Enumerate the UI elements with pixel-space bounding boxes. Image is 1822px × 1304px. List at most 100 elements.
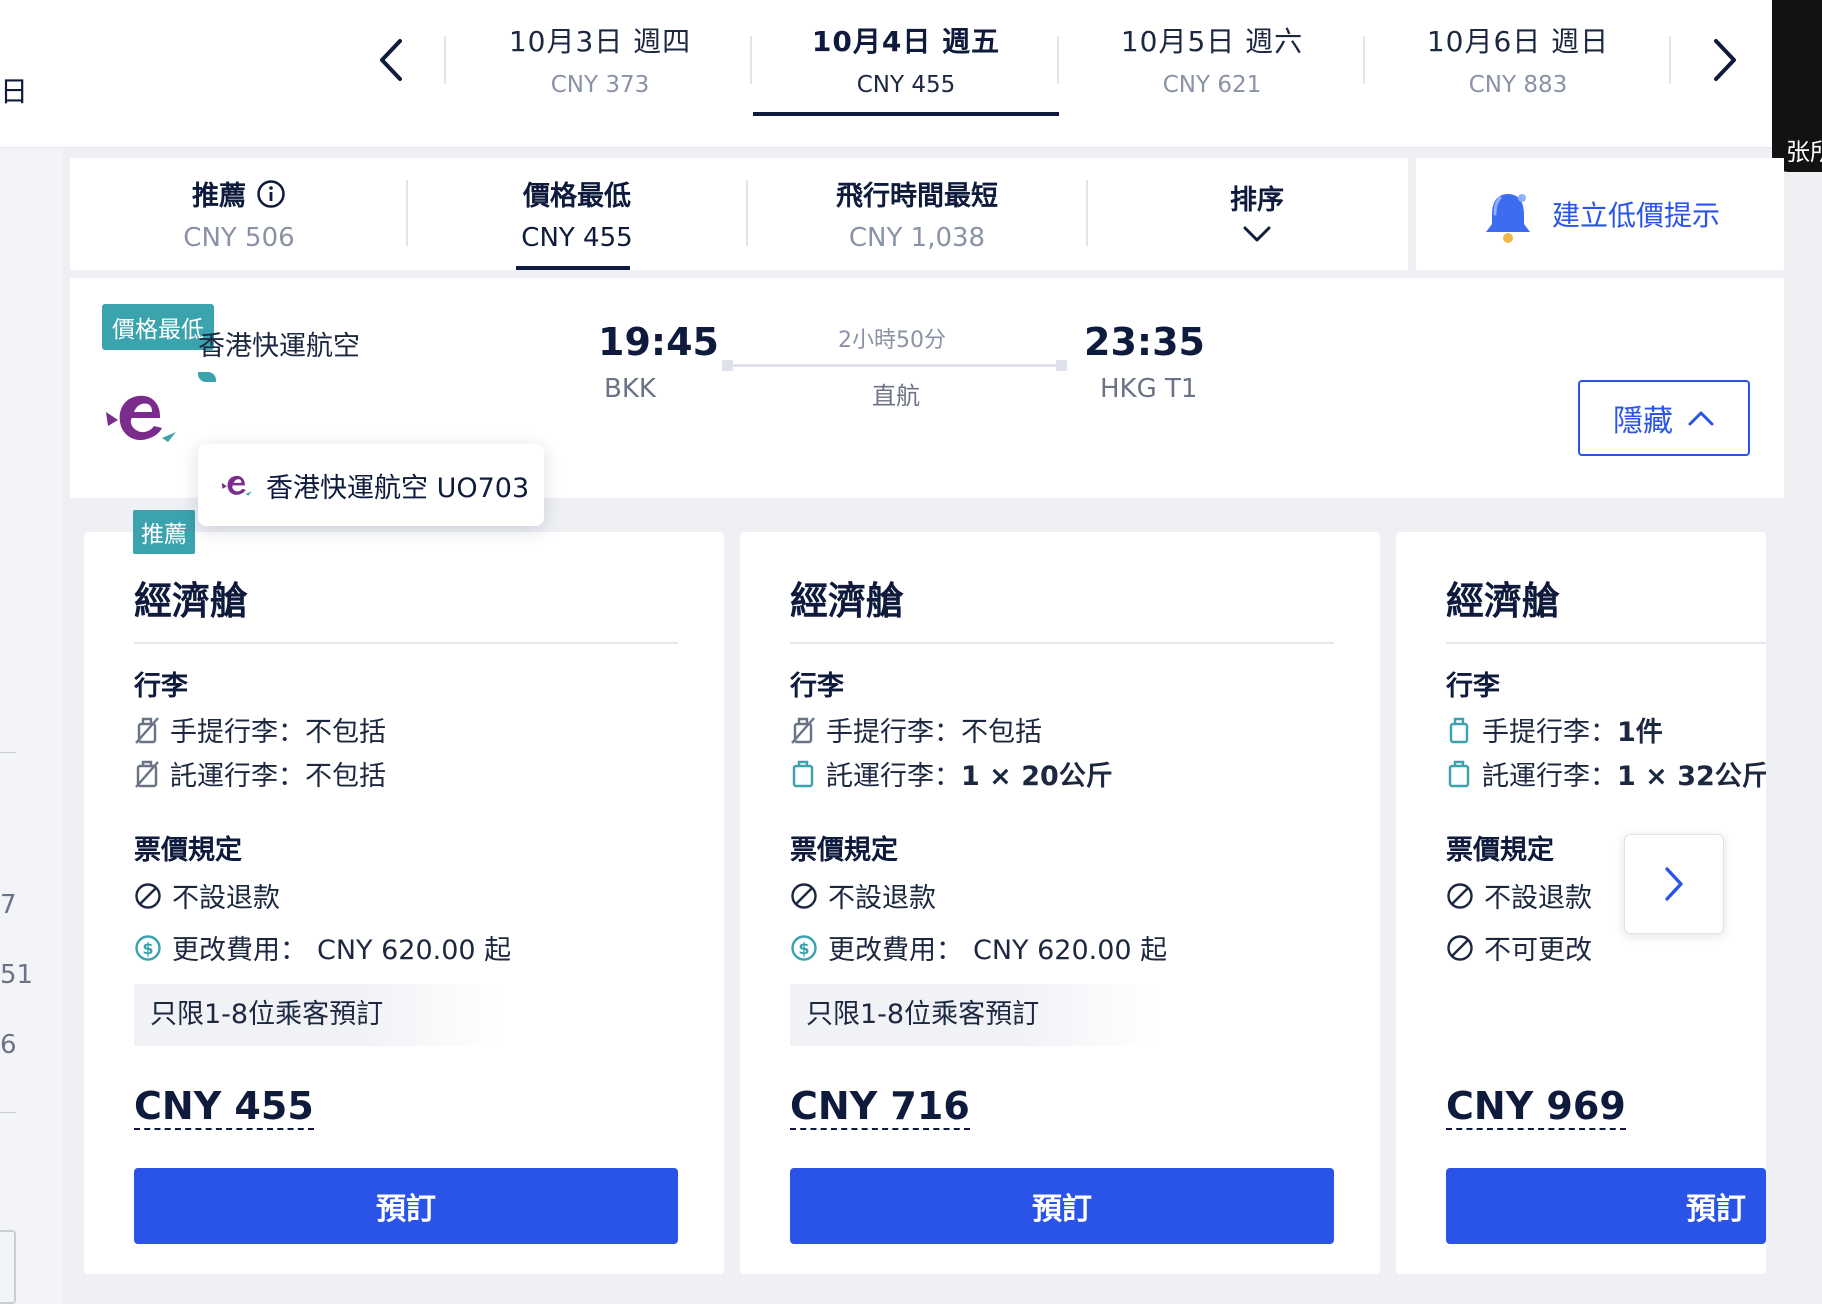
fare-price[interactable]: CNY 455 <box>134 1086 314 1130</box>
arrival-airport: HKG T1 <box>1100 374 1198 404</box>
date-tab[interactable]: 10月6日 週日 CNY 883 <box>1365 0 1671 116</box>
fare-rules-title: 票價規定 <box>134 835 242 866</box>
checked-bag-icon <box>1448 760 1470 787</box>
date-label: 10月6日 週日 <box>1426 25 1610 58</box>
svg-text:$: $ <box>142 939 153 958</box>
cabin-class: 經濟艙 <box>134 579 249 623</box>
divider <box>790 642 1334 644</box>
baggage-title: 行李 <box>1446 671 1500 702</box>
checked-bag-value: 1 × 32公斤 <box>1617 761 1766 792</box>
flight-number-tooltip: 香港快運航空 UO703 <box>198 444 544 526</box>
checked-bag-label: 託運行李： <box>170 761 305 792</box>
change-fee-value: CNY 620.00 起 <box>317 935 512 966</box>
flight-duration: 2小時50分 <box>838 328 946 353</box>
checked-bag-row: 託運行李： 不包括 <box>134 754 386 793</box>
no-refund-icon <box>791 882 817 909</box>
refund-text: 不設退款 <box>828 883 936 914</box>
sort-dropdown[interactable]: 排序 <box>1088 158 1426 270</box>
carry-on-row: 手提行李： 不包括 <box>134 710 386 749</box>
airline-logo-icon <box>221 475 252 496</box>
fare-price[interactable]: CNY 716 <box>790 1086 970 1130</box>
sort-tab-title: 飛行時間最短 <box>836 181 998 212</box>
tooltip-text: 香港快運航空 UO703 <box>266 472 530 504</box>
refund-row: 不設退款 <box>1446 876 1592 915</box>
checked-bag-row: 託運行李： 1 × 20公斤 <box>790 754 1113 793</box>
overlay-chip-label: 张所 <box>1786 138 1822 166</box>
left-number: 51 <box>0 960 34 990</box>
prev-date-button[interactable] <box>360 30 420 90</box>
fare-rules-title: 票價規定 <box>790 835 898 866</box>
carry-on-excluded-icon <box>791 716 815 744</box>
active-underline <box>753 112 1059 116</box>
divider <box>0 752 16 753</box>
airline-code-fragment <box>198 372 216 382</box>
price-alert-label: 建立低價提示 <box>1552 199 1721 232</box>
divider <box>444 36 446 84</box>
stops-label: 直航 <box>872 382 920 410</box>
fare-card: 經濟艙 行李 手提行李： 不包括 託運行李： 1 × 20公斤 票價規定 不設退款 … <box>740 532 1380 1274</box>
date-tab[interactable]: 10月3日 週四 CNY 373 <box>447 0 753 116</box>
svg-text:$: $ <box>798 939 809 958</box>
change-fee-row: $ 更改費用： CNY 620.00 起 <box>134 928 511 967</box>
route-end-dot <box>1056 360 1067 371</box>
route-line <box>724 364 1064 367</box>
carry-on-row: 手提行李： 1件 <box>1446 710 1663 749</box>
date-label: 10月4日 週五 <box>811 25 1001 58</box>
carry-on-label: 手提行李： <box>826 717 961 748</box>
sort-tab-value: CNY 1,038 <box>848 223 986 253</box>
book-button[interactable]: 預訂 <box>1446 1168 1766 1244</box>
left-number: 7 <box>0 890 17 920</box>
sort-tab-shortest[interactable]: 飛行時間最短 CNY 1,038 <box>748 158 1086 270</box>
chevron-right-icon <box>1714 39 1736 81</box>
dollar-icon: $ <box>135 934 161 961</box>
passenger-limit-note: 只限1-8位乘客預訂 <box>134 984 504 1046</box>
carry-on-value: 不包括 <box>305 717 386 748</box>
info-icon[interactable] <box>256 179 286 209</box>
checked-bag-label: 託運行李： <box>826 761 961 792</box>
sort-tab-value: CNY 455 <box>521 223 633 253</box>
route-start-dot <box>722 360 733 371</box>
date-price: CNY 455 <box>856 72 956 98</box>
baggage-title: 行李 <box>790 671 844 702</box>
refund-text: 不設退款 <box>172 883 280 914</box>
next-fare-button[interactable] <box>1624 834 1724 934</box>
price-alert-button[interactable]: 建立低價提示 <box>1416 158 1784 270</box>
date-selector-bar: 日 10月3日 週四 CNY 373 10月4日 週五 CNY 455 10月5… <box>0 0 1822 148</box>
sort-tab-cheapest[interactable]: 價格最低 CNY 455 <box>408 158 746 270</box>
book-button[interactable]: 預訂 <box>790 1168 1334 1244</box>
carry-on-value: 1件 <box>1617 717 1663 748</box>
date-tab[interactable]: 10月5日 週六 CNY 621 <box>1059 0 1365 116</box>
fare-card: 經濟艙 行李 手提行李： 不包括 託運行李： 不包括 票價規定 不設退款 $ 更改費… <box>84 532 724 1274</box>
left-date-fragment: 日 <box>0 75 29 108</box>
date-price: CNY 373 <box>550 72 650 98</box>
date-tab-selected[interactable]: 10月4日 週五 CNY 455 <box>753 0 1059 116</box>
sort-tab-title: 排序 <box>1230 185 1284 216</box>
no-refund-icon <box>1447 882 1473 909</box>
left-control-fragment[interactable] <box>0 1230 16 1304</box>
carry-on-icon <box>1449 717 1469 743</box>
sort-tab-value: CNY 506 <box>183 223 295 253</box>
arrival-time: 23:35 <box>1084 320 1205 364</box>
divider <box>134 642 678 644</box>
baggage-title: 行李 <box>134 671 188 702</box>
departure-airport: BKK <box>604 374 656 404</box>
date-price: CNY 621 <box>1162 72 1262 98</box>
carry-on-excluded-icon <box>135 716 159 744</box>
left-number: 6 <box>0 1030 17 1060</box>
left-sidebar-fragment: 日 7 51 6 <box>0 77 62 1304</box>
checked-bag-value: 不包括 <box>305 761 386 792</box>
hide-details-button[interactable]: 隱藏 <box>1578 380 1750 456</box>
dollar-icon: $ <box>791 934 817 961</box>
next-date-button[interactable] <box>1696 30 1756 90</box>
chevron-down-icon <box>1243 226 1271 242</box>
book-button[interactable]: 預訂 <box>134 1168 678 1244</box>
airline-name: 香港快運航空 <box>198 331 360 362</box>
sort-tab-recommended[interactable]: 推薦 CNY 506 <box>70 158 408 270</box>
departure-time: 19:45 <box>598 320 719 364</box>
bell-icon <box>1486 194 1530 243</box>
chevron-up-icon <box>1688 411 1714 426</box>
carry-on-label: 手提行李： <box>170 717 305 748</box>
fare-price[interactable]: CNY 969 <box>1446 1086 1626 1130</box>
checked-bag-icon <box>792 760 814 787</box>
divider <box>1446 642 1766 644</box>
